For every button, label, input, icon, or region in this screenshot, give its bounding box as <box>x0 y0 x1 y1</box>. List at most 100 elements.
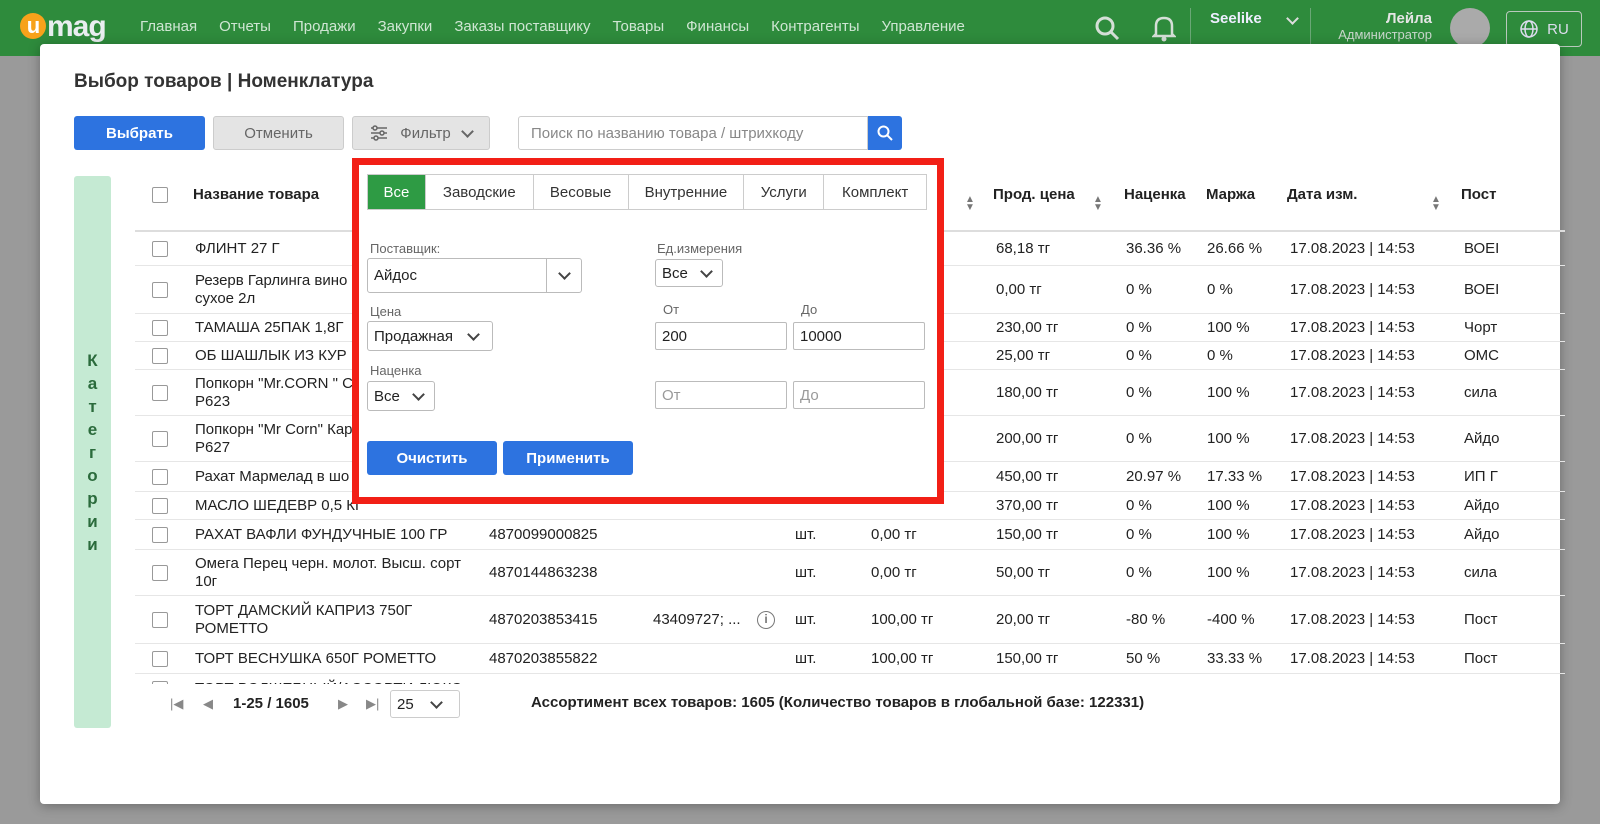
store-selector[interactable]: Seelike <box>1210 10 1299 27</box>
row-checkbox[interactable] <box>152 385 168 401</box>
nav-item-purchases[interactable]: Закупки <box>378 18 433 35</box>
unit-select[interactable]: Все <box>655 259 723 287</box>
chevron-down-icon <box>699 264 713 278</box>
markup-cell: 0 % <box>1126 281 1152 298</box>
nav-item-management[interactable]: Управление <box>881 18 964 35</box>
table-row[interactable]: ТОРТ ВОЛШЕБНЫЙ/АССОРТИ ЛЮКС <box>135 674 1565 684</box>
nav-item-reports[interactable]: Отчеты <box>219 18 271 35</box>
row-checkbox[interactable] <box>152 498 168 514</box>
sort-icon[interactable]: ▲ ▼ <box>1431 195 1441 213</box>
row-checkbox[interactable] <box>152 348 168 364</box>
product-name: ТОРТ ДАМСКИЙ КАПРИЗ 750Г <box>195 602 413 619</box>
table-row[interactable]: 10г Омега Перец черн. молот. Высш. сорт 48… <box>135 550 1565 596</box>
categories-panel-toggle[interactable]: К а т е г о р и и <box>74 176 111 728</box>
nav-item-supplier-orders[interactable]: Заказы поставщику <box>454 18 590 35</box>
nav-item-home[interactable]: Главная <box>140 18 197 35</box>
row-checkbox[interactable] <box>152 431 168 447</box>
avatar[interactable] <box>1450 8 1490 48</box>
price-type-select[interactable]: Продажная <box>367 321 493 351</box>
date-cell: 17.08.2023 | 14:53 <box>1290 468 1415 485</box>
nav-item-sales[interactable]: Продажи <box>293 18 356 35</box>
select-all-checkbox[interactable] <box>152 187 168 203</box>
sell-price-cell: 370,00 тг <box>996 497 1059 514</box>
markup-type-select[interactable]: Все <box>367 381 435 411</box>
clear-filter-button[interactable]: Очистить <box>367 441 497 475</box>
supplier-label: Поставщик: <box>370 241 441 256</box>
first-page-icon[interactable]: |◀ <box>170 696 183 712</box>
row-checkbox[interactable] <box>152 469 168 485</box>
divider <box>1190 8 1191 48</box>
nav-item-finance[interactable]: Финансы <box>686 18 749 35</box>
supplier-cell: сила <box>1464 564 1497 581</box>
column-header-supplier[interactable]: Пост <box>1461 186 1496 203</box>
column-header-name[interactable]: Название товара <box>193 186 319 203</box>
row-checkbox[interactable] <box>152 651 168 667</box>
date-cell: 17.08.2023 | 14:53 <box>1290 384 1415 401</box>
app-logo[interactable]: u mag <box>20 10 107 44</box>
unit-label: Ед.измерения <box>657 241 743 256</box>
tab-factory[interactable]: Заводские <box>426 175 534 209</box>
code-cell: 43409727; ... <box>653 611 741 628</box>
sell-price-cell: 25,00 тг <box>996 347 1051 364</box>
column-header-markup[interactable]: Наценка <box>1124 186 1186 203</box>
bell-icon[interactable] <box>1152 14 1176 42</box>
product-name: Попкорн "Mr Corn" Кар <box>195 421 353 438</box>
markup-cell: 0 % <box>1126 430 1152 447</box>
tab-bundle[interactable]: Комплект <box>824 175 926 209</box>
search-icon[interactable] <box>1094 15 1120 41</box>
date-cell: 17.08.2023 | 14:53 <box>1290 497 1415 514</box>
nav-item-products[interactable]: Товары <box>613 18 665 35</box>
cancel-button[interactable]: Отменить <box>213 116 344 150</box>
supplier-input[interactable]: Айдос <box>367 258 547 293</box>
language-selector[interactable]: RU <box>1506 11 1582 47</box>
row-checkbox[interactable] <box>152 241 168 257</box>
markup-cell: 0 % <box>1126 384 1152 401</box>
table-row[interactable]: ТОРТ ВЕСНУШКА 650Г РОМЕТТО 4870203855822 ш… <box>135 644 1565 674</box>
prev-page-icon[interactable]: ◀ <box>203 696 213 712</box>
product-name-line2: Р623 <box>195 393 231 410</box>
apply-filter-button[interactable]: Применить <box>503 441 633 475</box>
sell-price-cell: 150,00 тг <box>996 650 1059 667</box>
search-button[interactable] <box>868 116 902 150</box>
table-row[interactable]: РАХАТ ВАФЛИ ФУНДУЧНЫЕ 100 ГР 487009900082… <box>135 520 1565 550</box>
page-size-select[interactable]: 25 <box>390 690 460 718</box>
tab-all[interactable]: Все <box>368 175 426 209</box>
markup-cell: -80 % <box>1126 611 1166 628</box>
supplier-cell: ИП Г <box>1464 468 1498 485</box>
row-checkbox[interactable] <box>152 320 168 336</box>
next-page-icon[interactable]: ▶ <box>338 696 348 712</box>
sort-icon[interactable]: ▲ ▼ <box>965 195 975 213</box>
purchase-price-cell: 100,00 тг <box>871 650 934 667</box>
chevron-down-icon <box>467 327 480 341</box>
price-to-input[interactable]: 10000 <box>793 322 925 350</box>
tab-weight[interactable]: Весовые <box>534 175 629 209</box>
product-name: РАХАТ ВАФЛИ ФУНДУЧНЫЕ 100 ГР <box>195 526 448 543</box>
row-checkbox[interactable] <box>152 282 168 298</box>
table-row[interactable]: РОМЕТТО ТОРТ ДАМСКИЙ КАПРИЗ 750Г 487020385… <box>135 596 1565 644</box>
tab-internal[interactable]: Внутренние <box>629 175 745 209</box>
markup-label: Наценка <box>370 363 422 378</box>
column-header-sell-price[interactable]: Прод. цена <box>993 186 1075 203</box>
supplier-cell: Пост <box>1464 650 1498 667</box>
barcode-cell: 4870144863238 <box>489 564 598 581</box>
row-checkbox[interactable] <box>152 565 168 581</box>
markup-to-input[interactable]: До <box>793 381 925 409</box>
search-input[interactable]: Поиск по названию товара / штрихкоду <box>518 116 868 150</box>
nav-item-counterparties[interactable]: Контрагенты <box>771 18 859 35</box>
tab-services[interactable]: Услуги <box>744 175 825 209</box>
select-button[interactable]: Выбрать <box>74 116 205 150</box>
column-header-date[interactable]: Дата изм. <box>1287 186 1357 203</box>
sort-icon[interactable]: ▲ ▼ <box>1093 195 1103 213</box>
filter-button[interactable]: Фильтр <box>352 116 490 150</box>
info-icon[interactable]: i <box>757 611 775 629</box>
product-type-tabs: Все Заводские Весовые Внутренние Услуги … <box>367 174 927 210</box>
supplier-dropdown-button[interactable] <box>546 258 582 293</box>
markup-from-input[interactable]: От <box>655 381 787 409</box>
last-page-icon[interactable]: ▶| <box>366 696 379 712</box>
user-info[interactable]: Лейла Администратор <box>1338 10 1432 42</box>
column-header-margin[interactable]: Маржа <box>1206 186 1255 203</box>
row-checkbox[interactable] <box>152 527 168 543</box>
row-checkbox[interactable] <box>152 612 168 628</box>
sell-price-cell: 20,00 тг <box>996 611 1051 628</box>
price-from-input[interactable]: 200 <box>655 322 787 350</box>
